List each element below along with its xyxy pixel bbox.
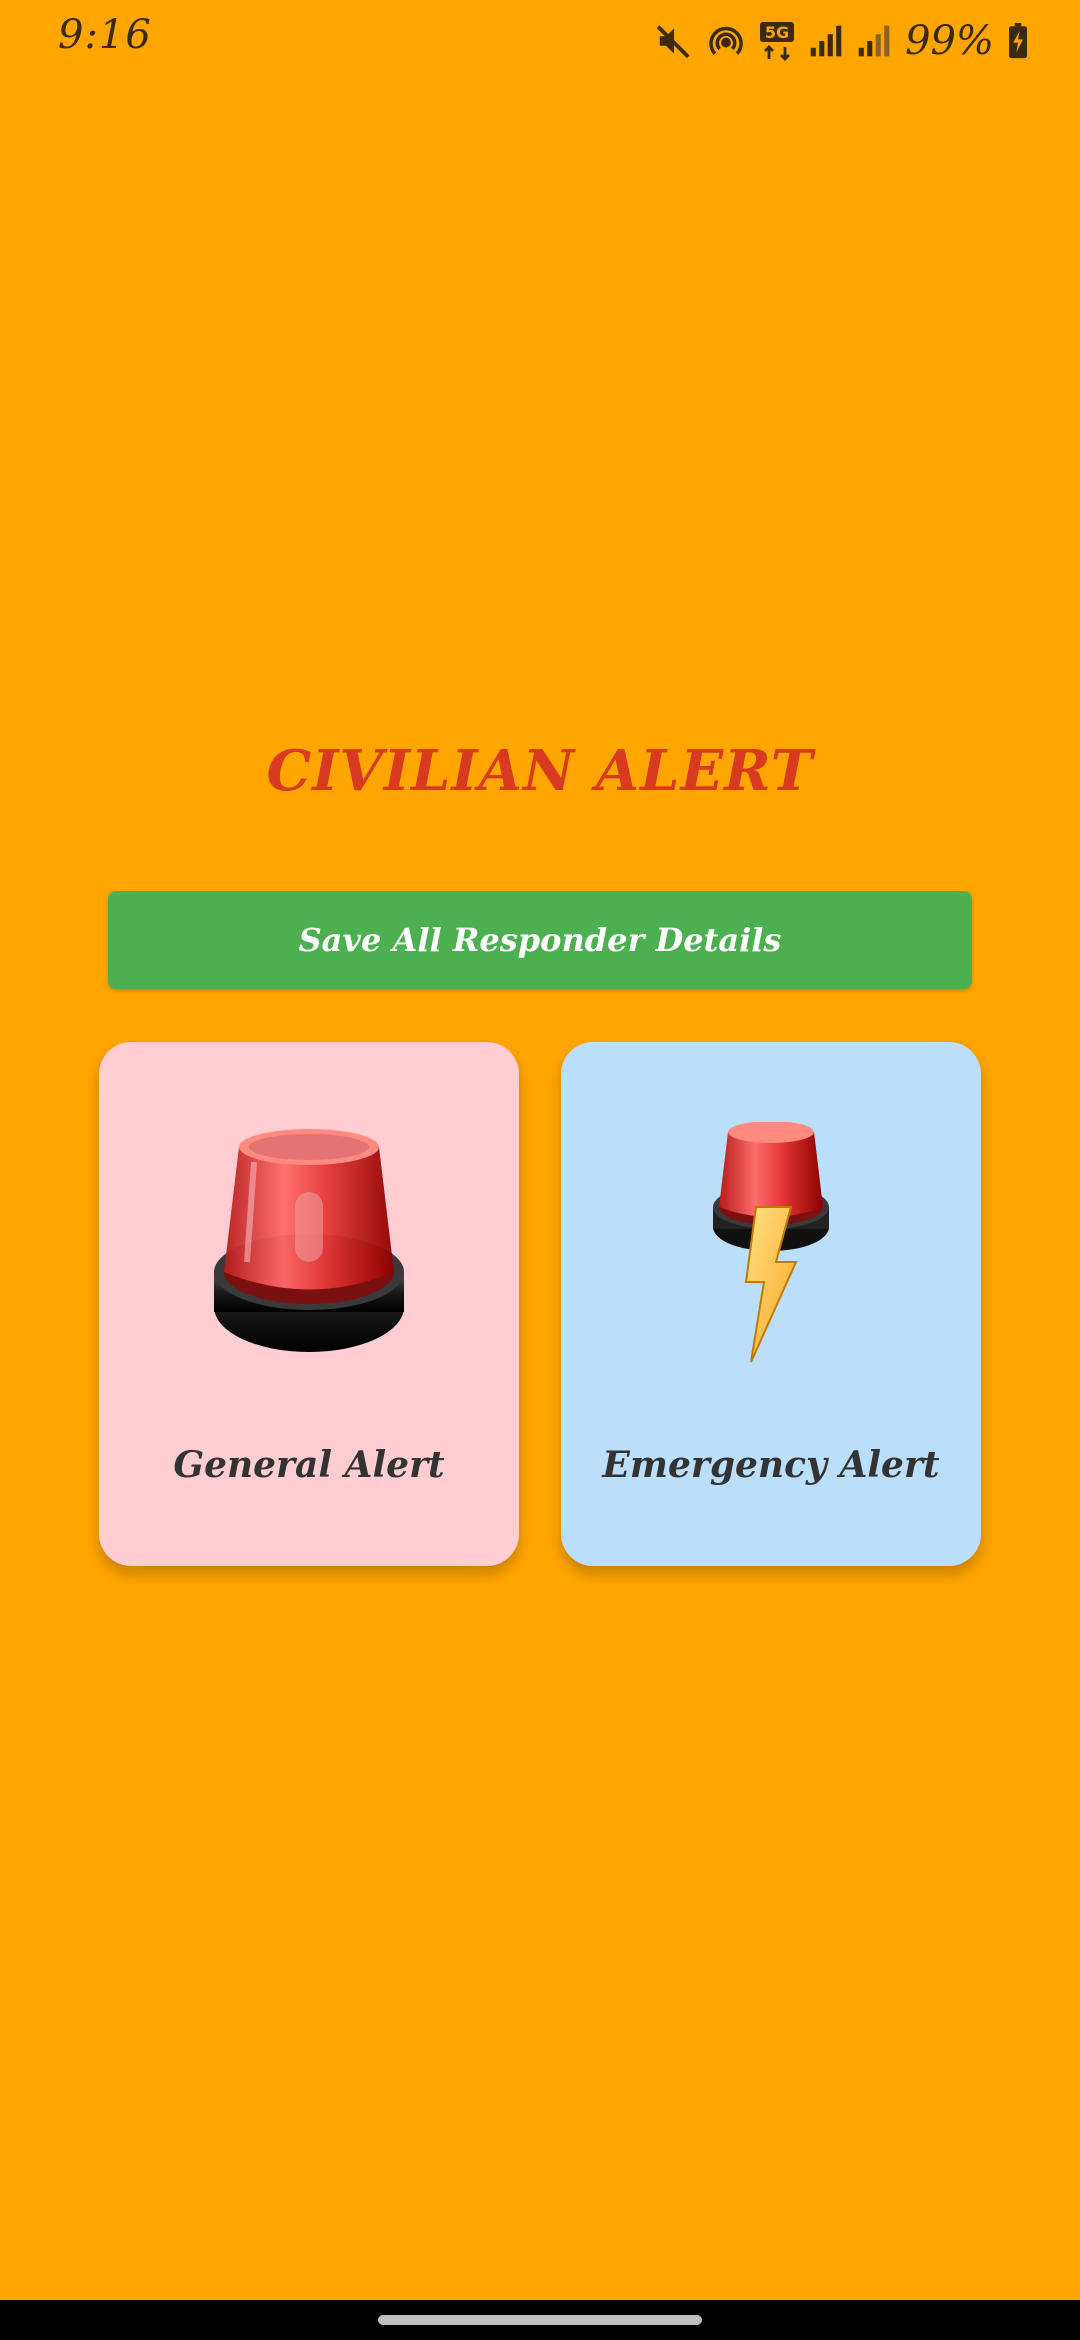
battery-level: 99% xyxy=(905,18,994,64)
battery-charging-icon xyxy=(1008,23,1028,59)
general-alert-label: General Alert xyxy=(173,1444,445,1486)
general-alert-card[interactable]: General Alert xyxy=(99,1042,519,1566)
status-time: 9:16 xyxy=(58,12,152,58)
save-button-label: Save All Responder Details xyxy=(298,921,782,959)
5g-icon: 5G xyxy=(759,21,795,61)
mute-icon xyxy=(655,22,693,60)
signal-icon xyxy=(809,24,843,58)
siren-lightning-icon xyxy=(561,1122,981,1382)
emergency-alert-card[interactable]: Emergency Alert xyxy=(561,1042,981,1566)
signal-icon xyxy=(857,24,891,58)
hotspot-icon xyxy=(707,22,745,60)
emergency-alert-label: Emergency Alert xyxy=(602,1444,940,1486)
status-icons: 5G 99% xyxy=(655,16,1028,66)
network-type: 5G xyxy=(765,23,789,42)
home-gesture-handle[interactable] xyxy=(378,2315,702,2325)
save-responder-details-button[interactable]: Save All Responder Details xyxy=(108,891,972,989)
siren-icon xyxy=(99,1122,519,1382)
page-title: CIVILIAN ALERT xyxy=(266,738,814,804)
status-bar: 9:16 5G 99% xyxy=(0,0,1080,80)
navigation-bar xyxy=(0,2300,1080,2340)
